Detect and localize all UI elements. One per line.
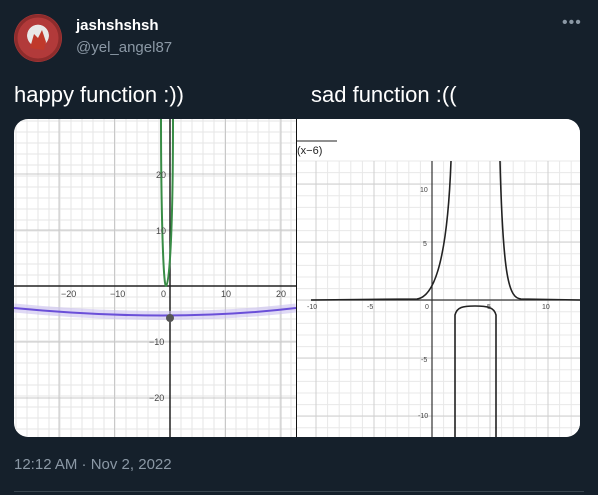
- x-tick: 20: [276, 289, 286, 299]
- x-tick: 0: [161, 289, 166, 299]
- y-tick: −10: [149, 337, 164, 347]
- display-name[interactable]: jashshshsh: [76, 17, 159, 34]
- y-tick: 20: [156, 170, 166, 180]
- tweet-media[interactable]: −20 −10 0 10 20 20 10 −10 −20 (x−6) -10 …: [14, 119, 580, 437]
- y-tick: 10: [420, 187, 428, 194]
- divider-line: [14, 491, 584, 492]
- y-tick: 10: [156, 226, 166, 236]
- y-tick: −20: [149, 393, 164, 403]
- avatar-image: [14, 14, 62, 62]
- avatar[interactable]: [14, 14, 62, 62]
- x-tick: 10: [542, 304, 550, 311]
- more-horizontal-icon[interactable]: •••: [562, 14, 582, 32]
- y-tick: -10: [418, 413, 428, 420]
- left-caption: happy function :)): [14, 82, 184, 107]
- y-tick: -5: [421, 357, 427, 364]
- x-tick: −10: [110, 289, 125, 299]
- narrow-curve: [160, 119, 174, 288]
- x-tick: 10: [221, 289, 231, 299]
- x-tick: 0: [425, 304, 429, 311]
- y-tick: 5: [423, 241, 427, 248]
- sad-function-graph: (x−6) -10 -5 0 5 10 10 5 -5 -10: [297, 119, 580, 437]
- user-handle[interactable]: @yel_angel87: [76, 39, 172, 56]
- right-caption: sad function :((: [311, 82, 457, 107]
- happy-function-graph: −20 −10 0 10 20 20 10 −10 −20: [14, 119, 296, 437]
- vertex-point: [166, 314, 174, 322]
- timestamp[interactable]: 12:12 AM · Nov 2, 2022: [14, 456, 172, 473]
- x-tick: 5: [487, 304, 491, 311]
- x-tick: −20: [61, 289, 76, 299]
- x-tick: -5: [367, 304, 373, 311]
- formula-fragment: (x−6): [297, 145, 322, 157]
- x-tick: -10: [307, 304, 317, 311]
